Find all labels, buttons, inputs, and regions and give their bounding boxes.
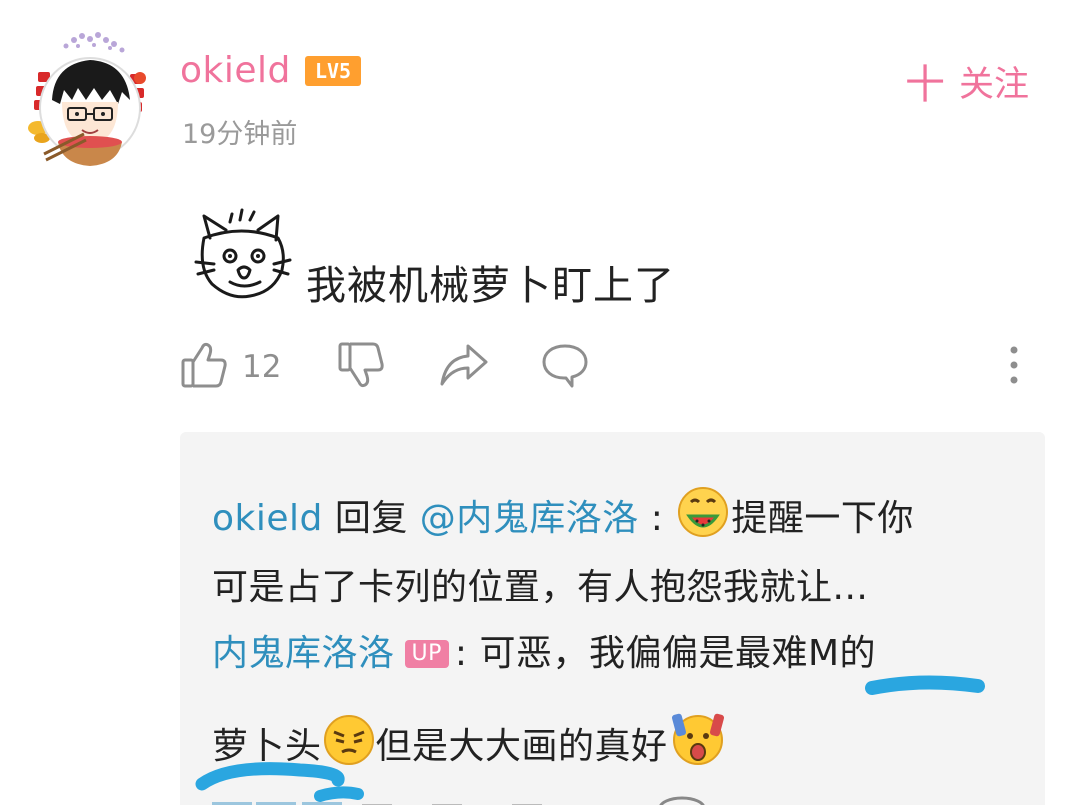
reply-username[interactable]: okield	[212, 498, 323, 539]
username[interactable]: okield	[180, 50, 291, 91]
comment-bubble-icon	[540, 340, 590, 394]
shocked-face-emoji-icon	[668, 710, 728, 775]
reply-text-part: 但是大大画的真好	[375, 726, 668, 767]
share-button[interactable]	[438, 340, 490, 394]
comment-detail-page: okield LV5 19分钟前 十 关注 我被机械萝卜盯上了 12 okiel…	[0, 0, 1080, 805]
watermelon-face-emoji-icon	[675, 486, 731, 547]
comment-actions: 12	[180, 340, 1040, 400]
level-badge: LV5	[305, 56, 361, 86]
timestamp: 19分钟前	[182, 119, 298, 150]
reply-button[interactable]	[540, 340, 590, 394]
more-vertical-icon	[1002, 340, 1026, 394]
reply-item[interactable]: okield 回复 @内鬼库洛洛 : 提醒一下你	[212, 486, 914, 547]
reply-item[interactable]: 内鬼库洛洛 UP: 可恶，我偏偏是最难M的	[212, 624, 876, 676]
reply-text-continued: 可是占了卡列的位置，有人抱怨我就让...	[212, 567, 869, 608]
more-options-button[interactable]	[1002, 340, 1026, 394]
plus-icon: 十	[905, 62, 945, 108]
colon-separator: :	[638, 498, 664, 539]
like-count: 12	[242, 349, 282, 385]
comment-text: 我被机械萝卜盯上了	[306, 263, 675, 309]
follow-label: 关注	[959, 64, 1030, 105]
mention-link[interactable]: @内鬼库洛洛	[420, 498, 639, 539]
reply-text: : 可恶，我偏偏是最难M的	[454, 633, 877, 674]
cat-sticker-emote	[190, 208, 294, 304]
reply-username[interactable]: 内鬼库洛洛	[212, 633, 395, 674]
dislike-button[interactable]	[337, 340, 385, 394]
follow-button[interactable]: 十 关注	[905, 52, 1029, 110]
up-badge: UP	[404, 640, 449, 668]
like-button[interactable]: 12	[180, 340, 281, 394]
blue-underline-scribble	[865, 675, 985, 695]
reply-text: 提醒一下你	[731, 498, 914, 539]
next-reply-partial	[212, 796, 705, 805]
thumbs-up-icon	[180, 340, 228, 394]
share-icon	[438, 340, 490, 394]
thumbs-down-icon	[337, 340, 385, 394]
reply-action-text: 回复	[322, 498, 420, 539]
user-avatar[interactable]	[22, 30, 158, 170]
